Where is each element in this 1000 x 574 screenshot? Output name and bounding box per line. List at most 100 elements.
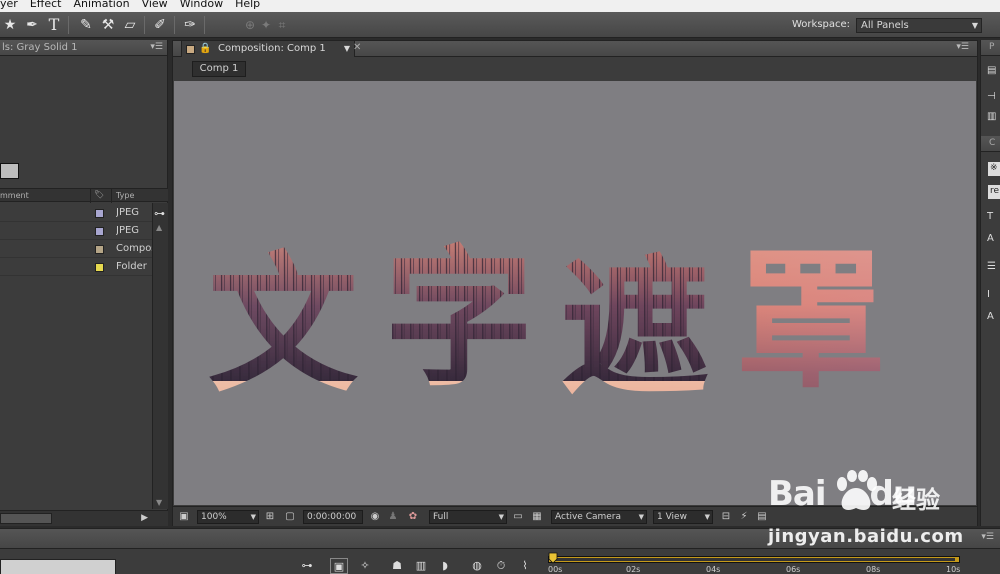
- panel-tab[interactable]: P: [981, 40, 1000, 56]
- eraser-tool-icon[interactable]: ▱: [120, 15, 140, 35]
- menu-effect[interactable]: Effect: [30, 0, 62, 9]
- camera-select[interactable]: Active Camera ▼: [551, 510, 647, 524]
- project-thumbnail: [0, 163, 19, 179]
- hide-shy-layers-icon[interactable]: ☗: [388, 558, 406, 574]
- project-hscroll[interactable]: ▶: [0, 510, 168, 526]
- comp-navigator: Comp 1: [173, 58, 977, 80]
- distribute-icon[interactable]: ⊣: [987, 90, 1000, 104]
- menu-animation[interactable]: Animation: [73, 0, 129, 9]
- menu-view[interactable]: View: [142, 0, 168, 9]
- work-area-bar[interactable]: [548, 556, 960, 563]
- current-time-field[interactable]: 0:00:00:00: [303, 510, 363, 524]
- project-scrollbar[interactable]: ▲ ▼: [152, 203, 168, 509]
- scroll-down-icon[interactable]: ▼: [156, 498, 162, 507]
- brainstorm-icon[interactable]: ◍: [468, 558, 486, 574]
- motion-blur-icon[interactable]: ◗: [436, 558, 454, 574]
- chevron-down-icon[interactable]: ▼: [344, 41, 350, 56]
- label-color-swatch[interactable]: [95, 209, 104, 218]
- tick-label: 10s: [946, 565, 961, 574]
- panel-menu-icon[interactable]: ▾☰: [981, 532, 994, 542]
- label-color-swatch[interactable]: [95, 245, 104, 254]
- vertical-scale-icon[interactable]: I: [987, 288, 1000, 302]
- label-color-swatch[interactable]: [95, 227, 104, 236]
- grid-toggle-icon[interactable]: ▣: [177, 510, 191, 524]
- tag-icon[interactable]: 🏷: [94, 190, 104, 199]
- safe-zones-icon[interactable]: ⊞: [263, 510, 277, 524]
- project-panel-tab[interactable]: ls: Gray Solid 1 ▾☰: [0, 40, 167, 56]
- camera-snapshot-icon[interactable]: ◉: [368, 510, 382, 524]
- composition-tab[interactable]: 🔒 Composition: Comp 1 ▼: [181, 41, 355, 57]
- project-item-row[interactable]: Compos: [0, 240, 152, 258]
- transparency-grid-icon[interactable]: ▦: [530, 510, 544, 524]
- preview-icon[interactable]: ▥: [987, 110, 1000, 124]
- star-tool-icon[interactable]: ★: [0, 15, 20, 35]
- comp-breadcrumb[interactable]: Comp 1: [192, 61, 246, 77]
- composition-footer: ▣ 100% ▼ ⊞ ▢ 0:00:00:00 ◉ ♟ ✿ Full ▼ ▭ ▦ A…: [173, 506, 977, 526]
- stroke-icon[interactable]: ☰: [987, 260, 1000, 274]
- align-icon[interactable]: ▤: [987, 64, 1000, 78]
- tick-label: 08s: [866, 565, 881, 574]
- project-item-row[interactable]: JPEG: [0, 204, 152, 222]
- column-comment[interactable]: mment: [0, 191, 29, 200]
- timeline-search-input[interactable]: [0, 559, 116, 574]
- timeline-panel: ▾☰ ⊶ ▣ ✧ ☗ ▥ ◗ ◍ ⏱ ⌇ 00s 02s 04s 06s 08s…: [0, 528, 1000, 574]
- composition-tabbar: 🔒 Composition: Comp 1 ▼ ✕ ▾☰: [173, 41, 977, 57]
- item-type: Compos: [116, 243, 152, 254]
- region-of-interest-icon[interactable]: ▭: [511, 510, 525, 524]
- show-snapshot-icon[interactable]: ♟: [386, 510, 400, 524]
- mask-visibility-icon[interactable]: ▢: [283, 510, 297, 524]
- zoom-select[interactable]: 100% ▼: [197, 510, 259, 524]
- flowchart-icon[interactable]: ⊶: [154, 207, 165, 220]
- close-icon[interactable]: ✕: [353, 42, 361, 53]
- label-color-swatch[interactable]: [95, 263, 104, 272]
- composition-panel: 🔒 Composition: Comp 1 ▼ ✕ ▾☰ Comp 1 ▣ 10…: [172, 40, 978, 526]
- workspace-select[interactable]: All Panels ▼: [856, 18, 982, 33]
- column-type[interactable]: Type: [116, 191, 134, 200]
- toggle-pixel-aspect-icon[interactable]: ⊟: [719, 510, 733, 524]
- timeline-icon[interactable]: ▤: [755, 510, 769, 524]
- clone-stamp-tool-icon[interactable]: ⚒: [98, 15, 118, 35]
- graph-editor-icon[interactable]: ⌇: [516, 558, 534, 574]
- resolution-select[interactable]: Full ▼: [429, 510, 507, 524]
- kerning-icon[interactable]: A: [987, 232, 1000, 246]
- frame-blending-icon[interactable]: ▥: [412, 558, 430, 574]
- chevron-down-icon: ▼: [638, 513, 644, 521]
- pen-tool-icon[interactable]: ✒: [22, 15, 42, 35]
- font-style-field[interactable]: re: [988, 185, 1000, 199]
- brush-tool-icon[interactable]: ✎: [76, 15, 96, 35]
- menu-help[interactable]: Help: [235, 0, 260, 9]
- text-tool-icon[interactable]: T: [44, 15, 64, 35]
- live-update-icon[interactable]: ▣: [330, 558, 348, 574]
- tick-label: 04s: [706, 565, 721, 574]
- panel-menu-icon[interactable]: ▾☰: [956, 42, 969, 52]
- draft-3d-icon[interactable]: ✧: [356, 558, 374, 574]
- hscroll-thumb[interactable]: [0, 513, 52, 524]
- roto-brush-tool-icon[interactable]: ✐: [150, 15, 170, 35]
- character-tab[interactable]: C: [981, 136, 1000, 152]
- color-channels-icon[interactable]: ✿: [406, 510, 420, 524]
- project-item-row[interactable]: JPEG: [0, 222, 152, 240]
- menu-window[interactable]: Window: [180, 0, 223, 9]
- auto-keyframe-icon[interactable]: ⏱: [492, 558, 510, 574]
- workspace-value: All Panels: [861, 20, 909, 31]
- scroll-up-icon[interactable]: ▲: [156, 223, 162, 232]
- panel-menu-icon[interactable]: ▾☰: [150, 40, 163, 55]
- lock-icon[interactable]: 🔒: [199, 41, 211, 56]
- font-size-icon[interactable]: T: [987, 210, 1000, 224]
- project-item-row[interactable]: Folder: [0, 258, 152, 276]
- axis-view-icon[interactable]: ⌗: [272, 15, 292, 35]
- composition-viewer[interactable]: 文 字 遮 罩: [174, 81, 976, 505]
- font-family-field[interactable]: ※: [988, 162, 1000, 176]
- view-layout-select[interactable]: 1 View ▼: [653, 510, 713, 524]
- fast-previews-icon[interactable]: ⚡: [737, 510, 751, 524]
- toolbar: ★ ✒ T ✎ ⚒ ▱ ✐ ✑ ⊕ ✦ ⌗ Workspace: All Pan…: [0, 12, 1000, 38]
- menu-layer[interactable]: yer: [0, 0, 18, 9]
- time-ruler[interactable]: 00s 02s 04s 06s 08s 10s: [548, 553, 962, 574]
- playhead-marker[interactable]: [548, 551, 558, 574]
- puppet-pin-tool-icon[interactable]: ✑: [180, 15, 200, 35]
- composition-tab-title: Composition: Comp 1: [218, 43, 326, 54]
- scroll-right-icon[interactable]: ▶: [141, 513, 148, 523]
- right-panel-strip: P ▤ ⊣ ▥ C ※ re T A ☰ I A: [980, 40, 1000, 526]
- baseline-shift-icon[interactable]: A: [987, 310, 1000, 324]
- comp-mini-flowchart-icon[interactable]: ⊶: [298, 558, 316, 574]
